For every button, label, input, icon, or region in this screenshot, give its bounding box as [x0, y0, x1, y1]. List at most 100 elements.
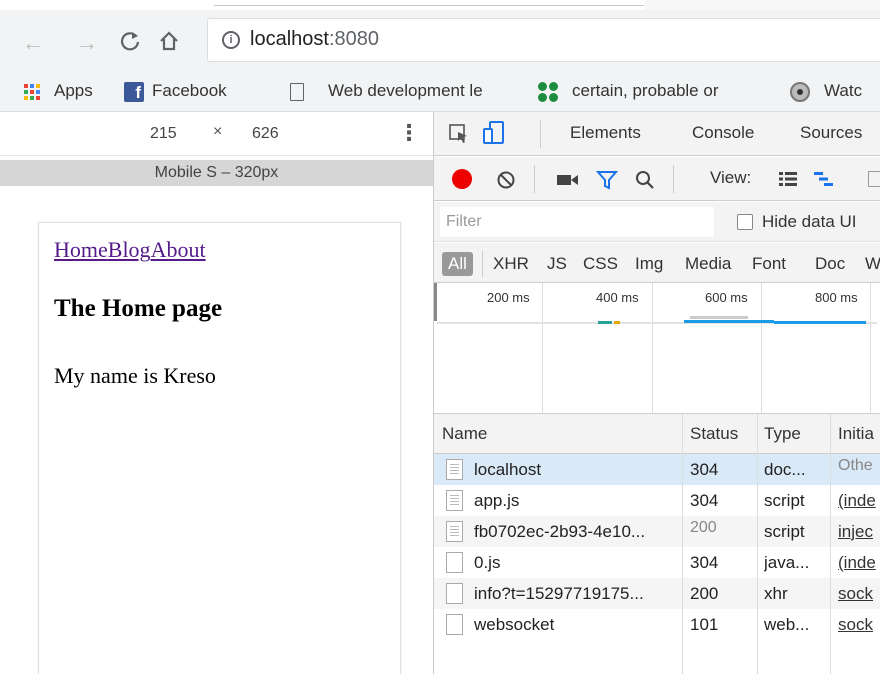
request-type: java...	[764, 553, 810, 572]
bookmark-label: Facebook	[152, 81, 227, 100]
request-type: web...	[764, 615, 810, 634]
overview-handle[interactable]	[434, 283, 437, 321]
hide-data-urls-checkbox[interactable]	[737, 214, 753, 230]
timeline-tick	[542, 283, 543, 414]
url-host: localhost	[250, 28, 329, 50]
device-emulation-pane: 215 × 626 ⋮ Mobile S – 320px HomeBlogAbo…	[0, 112, 433, 674]
device-toggle-icon[interactable]	[482, 120, 508, 151]
tab-edge	[214, 0, 644, 6]
request-type: script	[764, 522, 805, 541]
nav-link-about[interactable]: About	[151, 237, 206, 262]
type-filter-img[interactable]: Img	[635, 252, 663, 276]
toolbar-separator	[534, 165, 535, 193]
search-icon[interactable]	[634, 169, 656, 196]
filter-input[interactable]	[440, 207, 714, 237]
filter-funnel-icon[interactable]	[595, 169, 619, 196]
inspect-element-icon[interactable]	[448, 123, 470, 150]
network-overview[interactable]: 200 ms 400 ms 600 ms 800 ms	[434, 283, 880, 414]
hide-data-urls-label: Hide data UI	[762, 212, 857, 231]
type-filter-font[interactable]: Font	[752, 252, 786, 276]
type-filter-css[interactable]: CSS	[583, 252, 618, 276]
home-icon[interactable]	[156, 30, 182, 56]
column-header-type[interactable]: Type	[764, 424, 801, 444]
address-bar[interactable]: i localhost:8080	[207, 18, 880, 62]
column-separator	[682, 414, 683, 674]
tab-separator	[540, 120, 541, 148]
emulated-viewport: HomeBlogAbout The Home page My name is K…	[38, 222, 401, 674]
waterfall-bar	[598, 321, 612, 324]
table-row[interactable]: 0.js 304 java... (inde	[434, 547, 880, 578]
waterfall-view-icon[interactable]	[814, 171, 834, 192]
back-arrow-icon[interactable]: ←	[20, 30, 46, 56]
film-reel-icon	[790, 81, 810, 102]
record-icon[interactable]	[452, 169, 472, 189]
blank-file-icon	[446, 614, 463, 635]
type-filter-doc[interactable]: Doc	[815, 252, 845, 276]
forward-arrow-icon[interactable]: →	[74, 30, 100, 56]
green-dots-icon	[538, 81, 558, 102]
column-header-name[interactable]: Name	[442, 424, 487, 444]
tick-label: 600 ms	[705, 290, 748, 305]
blank-file-icon	[446, 552, 463, 573]
browser-toolbar: ← → i localhost:8080	[0, 10, 880, 70]
table-row[interactable]: app.js 304 script (inde	[434, 485, 880, 516]
request-initiator: (inde	[838, 491, 876, 510]
tab-elements[interactable]: Elements	[570, 123, 641, 143]
clear-icon[interactable]	[496, 170, 516, 195]
view-label: View:	[710, 168, 752, 187]
table-row[interactable]: fb0702ec-2b93-4e10... 200 script injec	[434, 516, 880, 547]
type-filter-xhr[interactable]: XHR	[493, 252, 529, 276]
info-icon[interactable]: i	[222, 31, 240, 49]
waterfall-bar	[690, 316, 748, 319]
column-header-status[interactable]: Status	[690, 424, 738, 444]
tab-sources[interactable]: Sources	[800, 123, 862, 143]
reload-icon[interactable]	[117, 30, 143, 56]
type-separator	[482, 251, 483, 277]
table-row[interactable]: websocket 101 web... sock	[434, 609, 880, 640]
dimension-separator: ×	[213, 123, 223, 140]
filter-row: Hide data UI	[434, 202, 880, 242]
large-rows-icon[interactable]	[779, 171, 797, 192]
nav-link-home[interactable]: Home	[54, 237, 108, 262]
request-type: doc...	[764, 460, 806, 479]
request-status: 304	[690, 491, 719, 510]
request-name: localhost	[474, 460, 542, 479]
url-text[interactable]: localhost:8080	[250, 28, 379, 51]
table-row[interactable]: localhost 304 doc... Othe	[434, 454, 880, 485]
tab-console[interactable]: Console	[692, 123, 754, 143]
bookmark-facebook[interactable]: f Facebook	[124, 79, 227, 103]
devtools-tabbar: Elements Console Sources	[434, 112, 880, 156]
table-row[interactable]: info?t=15297719175... 200 xhr sock	[434, 578, 880, 609]
blank-file-icon	[446, 583, 463, 604]
more-options-icon[interactable]: ⋮	[398, 120, 420, 146]
screenshot-toggle-icon[interactable]	[868, 171, 880, 187]
apps-grid-icon	[24, 83, 40, 100]
request-name: app.js	[474, 491, 520, 510]
nav-link-blog[interactable]: Blog	[108, 237, 151, 262]
tab-strip	[0, 0, 880, 10]
type-filter-js[interactable]: JS	[547, 252, 567, 276]
media-query-bar[interactable]: Mobile S – 320px	[0, 160, 433, 186]
url-port: :8080	[328, 28, 379, 50]
type-filter-media[interactable]: Media	[685, 252, 731, 276]
waterfall-bar	[684, 320, 774, 323]
request-status: 304	[690, 460, 719, 479]
column-separator	[830, 414, 831, 674]
bookmark-certain-probable[interactable]: certain, probable or	[538, 79, 718, 103]
type-filter-all[interactable]: All	[442, 252, 473, 276]
device-width-input[interactable]: 215	[150, 122, 177, 146]
video-camera-icon[interactable]	[556, 172, 580, 193]
timeline-tick	[761, 283, 762, 414]
document-icon	[290, 82, 304, 101]
tick-label: 800 ms	[815, 290, 858, 305]
bookmark-apps[interactable]: Apps	[24, 79, 93, 103]
device-height-input[interactable]: 626	[252, 122, 279, 146]
bookmark-web-development[interactable]: Web development le	[290, 79, 483, 103]
column-header-initiator[interactable]: Initia	[838, 424, 874, 444]
column-separator	[757, 414, 758, 674]
tick-label: 400 ms	[596, 290, 639, 305]
type-filter-ws[interactable]: W	[865, 252, 880, 276]
timeline-tick	[652, 283, 653, 414]
request-type: xhr	[764, 584, 788, 603]
bookmark-watch[interactable]: Watc	[790, 79, 862, 103]
